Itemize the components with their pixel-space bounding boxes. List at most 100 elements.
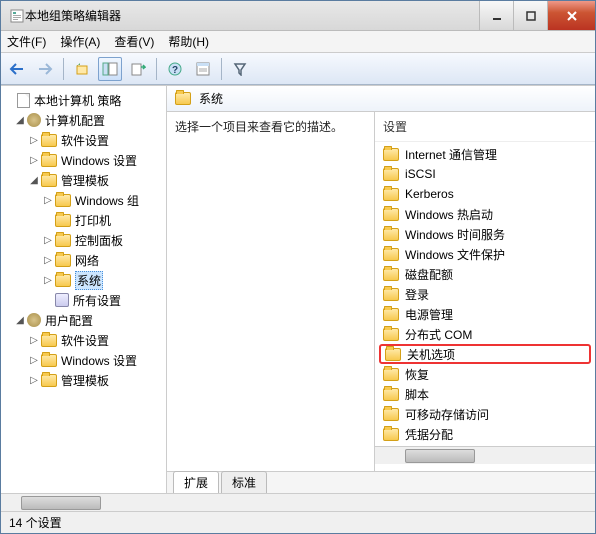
settings-item[interactable]: Windows 时间服务 bbox=[379, 224, 591, 244]
settings-item-label: Windows 时间服务 bbox=[405, 226, 505, 243]
help-button[interactable]: ? bbox=[163, 57, 187, 81]
tree-admin-templates[interactable]: ◢管理模板 bbox=[3, 170, 164, 190]
settings-item-label: Windows 文件保护 bbox=[405, 246, 505, 263]
tree-user-software-settings[interactable]: ▷软件设置 bbox=[3, 330, 164, 350]
statusbar-text: 14 个设置 bbox=[9, 514, 62, 531]
settings-item[interactable]: 恢复 bbox=[379, 364, 591, 384]
folder-icon bbox=[385, 348, 401, 361]
settings-item[interactable]: Kerberos bbox=[379, 184, 591, 204]
tree-all-settings[interactable]: 所有设置 bbox=[3, 290, 164, 310]
export-button[interactable] bbox=[126, 57, 150, 81]
folder-icon bbox=[383, 428, 399, 441]
settings-item[interactable]: 脚本 bbox=[379, 384, 591, 404]
scroll-thumb[interactable] bbox=[21, 496, 101, 510]
forward-button[interactable] bbox=[33, 57, 57, 81]
tree-label: 系统 bbox=[75, 271, 103, 290]
main-header: 系统 bbox=[167, 86, 595, 112]
tree-label: 本地计算机 策略 bbox=[34, 92, 121, 109]
tree-label: 控制面板 bbox=[75, 232, 123, 249]
main-pane: 系统 选择一个项目来查看它的描述。 设置 Internet 通信管理iSCSIK… bbox=[167, 86, 595, 493]
tree-user-config[interactable]: ◢用户配置 bbox=[3, 310, 164, 330]
settings-hscroll[interactable] bbox=[375, 446, 595, 464]
maximize-button[interactable] bbox=[513, 1, 547, 30]
folder-icon bbox=[41, 154, 57, 167]
settings-item[interactable]: 登录 bbox=[379, 284, 591, 304]
settings-item-label: Internet 通信管理 bbox=[405, 146, 497, 163]
folder-icon bbox=[55, 234, 71, 247]
tree-label: 计算机配置 bbox=[45, 112, 105, 129]
settings-item-label: 凭据分配 bbox=[405, 426, 453, 443]
filter-button[interactable] bbox=[228, 57, 252, 81]
settings-item[interactable]: 分布式 COM bbox=[379, 324, 591, 344]
settings-item-label: iSCSI bbox=[405, 167, 436, 181]
settings-column-header[interactable]: 设置 bbox=[375, 112, 595, 142]
folder-icon bbox=[41, 334, 57, 347]
folder-icon bbox=[383, 188, 399, 201]
scroll-thumb[interactable] bbox=[405, 449, 475, 463]
statusbar: 14 个设置 bbox=[1, 511, 595, 533]
folder-icon bbox=[383, 328, 399, 341]
settings-item[interactable]: Windows 热启动 bbox=[379, 204, 591, 224]
tree-label: 软件设置 bbox=[61, 332, 109, 349]
settings-item-label: 登录 bbox=[405, 286, 429, 303]
tree-windows-components[interactable]: ▷Windows 组 bbox=[3, 190, 164, 210]
settings-item[interactable]: Internet 通信管理 bbox=[379, 144, 591, 164]
settings-item[interactable]: 凭据分配 bbox=[379, 424, 591, 444]
tree-computer-config[interactable]: ◢计算机配置 bbox=[3, 110, 164, 130]
settings-pane: 设置 Internet 通信管理 iSCSI Kerberos Windows 热启动… bbox=[375, 112, 595, 471]
bottom-tabs: 扩展 标准 bbox=[167, 471, 595, 493]
tab-extended[interactable]: 扩展 bbox=[173, 471, 219, 493]
tree-label: 管理模板 bbox=[61, 172, 109, 189]
tree-software-settings[interactable]: ▷软件设置 bbox=[3, 130, 164, 150]
tree-control-panel[interactable]: ▷控制面板 bbox=[3, 230, 164, 250]
settings-item-label: Windows 热启动 bbox=[405, 206, 493, 223]
toolbar-separator bbox=[221, 58, 222, 80]
gear-icon bbox=[27, 313, 41, 327]
folder-icon bbox=[41, 134, 57, 147]
settings-item-label: 可移动存储访问 bbox=[405, 406, 489, 423]
folder-icon bbox=[175, 92, 191, 105]
settings-item[interactable]: iSCSI bbox=[379, 164, 591, 184]
settings-list: Internet 通信管理 iSCSI Kerberos Windows 热启动 Win… bbox=[375, 142, 595, 446]
folder-icon bbox=[55, 194, 71, 207]
folder-icon bbox=[55, 214, 71, 227]
settings-item[interactable]: 电源管理 bbox=[379, 304, 591, 324]
tree-root[interactable]: 本地计算机 策略 bbox=[3, 90, 164, 110]
menu-action[interactable]: 操作(A) bbox=[60, 33, 100, 50]
tree-user-admin-templates[interactable]: ▷管理模板 bbox=[3, 370, 164, 390]
properties-button[interactable] bbox=[191, 57, 215, 81]
tree-system[interactable]: ▷系统 bbox=[3, 270, 164, 290]
menu-file[interactable]: 文件(F) bbox=[7, 33, 46, 50]
settings-item[interactable]: 磁盘配额 bbox=[379, 264, 591, 284]
window-title: 本地组策略编辑器 bbox=[25, 7, 479, 24]
tree-network[interactable]: ▷网络 bbox=[3, 250, 164, 270]
settings-item[interactable]: Windows 文件保护 bbox=[379, 244, 591, 264]
settings-item[interactable]: 可移动存储访问 bbox=[379, 404, 591, 424]
settings-item-label: Kerberos bbox=[405, 187, 454, 201]
toolbar: ? bbox=[1, 53, 595, 85]
tab-standard[interactable]: 标准 bbox=[221, 471, 267, 493]
tree-windows-settings[interactable]: ▷Windows 设置 bbox=[3, 150, 164, 170]
window-buttons bbox=[479, 1, 595, 30]
tree-label: Windows 组 bbox=[75, 192, 139, 209]
tree-hscroll[interactable] bbox=[1, 493, 595, 511]
folder-icon bbox=[55, 254, 71, 267]
tree-pane[interactable]: 本地计算机 策略 ◢计算机配置 ▷软件设置 ▷Windows 设置 ◢管理模板 … bbox=[1, 86, 167, 493]
show-tree-button[interactable] bbox=[98, 57, 122, 81]
close-button[interactable] bbox=[547, 1, 595, 30]
main-body: 本地计算机 策略 ◢计算机配置 ▷软件设置 ▷Windows 设置 ◢管理模板 … bbox=[1, 85, 595, 493]
folder-icon bbox=[383, 388, 399, 401]
menu-view[interactable]: 查看(V) bbox=[114, 33, 154, 50]
menu-help[interactable]: 帮助(H) bbox=[168, 33, 209, 50]
back-button[interactable] bbox=[5, 57, 29, 81]
tree-user-windows-settings[interactable]: ▷Windows 设置 bbox=[3, 350, 164, 370]
settings-item-label: 关机选项 bbox=[407, 346, 455, 363]
settings-item[interactable]: 关机选项 bbox=[379, 344, 591, 364]
settings-item-label: 电源管理 bbox=[405, 306, 453, 323]
toolbar-separator bbox=[63, 58, 64, 80]
up-button[interactable] bbox=[70, 57, 94, 81]
tree-printers[interactable]: 打印机 bbox=[3, 210, 164, 230]
tree-label: Windows 设置 bbox=[61, 352, 137, 369]
minimize-button[interactable] bbox=[479, 1, 513, 30]
all-settings-icon bbox=[55, 293, 69, 307]
